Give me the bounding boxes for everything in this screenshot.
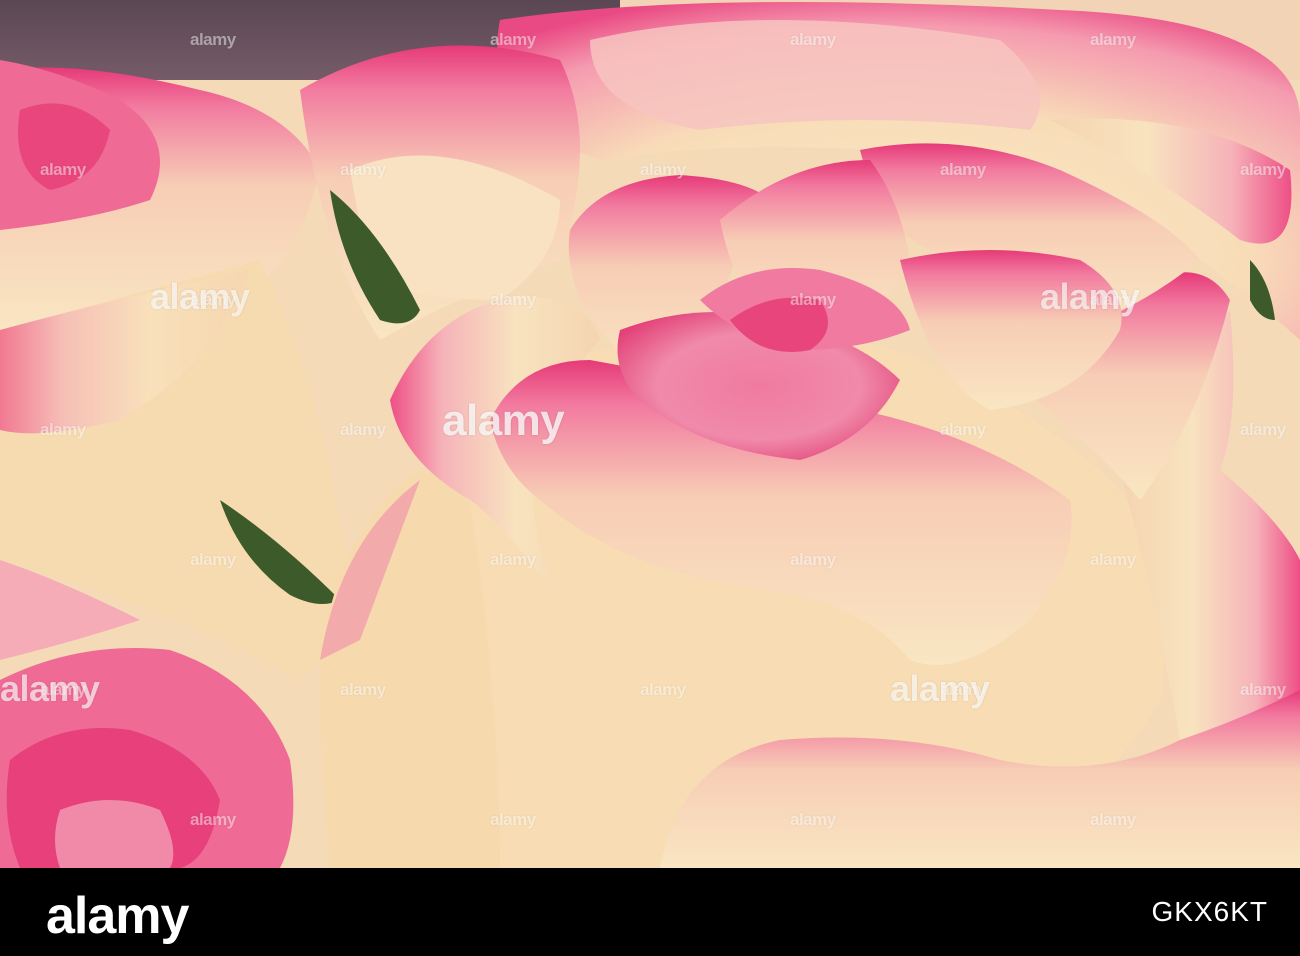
- watermark-tile: alamy: [190, 810, 236, 829]
- watermark-center: alamy: [442, 396, 565, 445]
- watermark-tile: alamy: [490, 30, 536, 49]
- bottom-left-rose-center: [55, 800, 174, 868]
- watermark-tile: alamy: [790, 810, 836, 829]
- watermark-tile: alamy: [490, 810, 536, 829]
- watermark-tile: alamy: [790, 550, 836, 569]
- watermark-tile: alamy: [340, 160, 386, 179]
- watermark-tile: alamy: [1090, 810, 1136, 829]
- watermark-tile: alamy: [490, 550, 536, 569]
- watermark-tile: alamy: [340, 420, 386, 439]
- watermark-tile: alamy: [40, 160, 86, 179]
- watermark-large: alamy: [0, 668, 100, 709]
- watermark-tile: alamy: [1240, 680, 1286, 699]
- watermark-tile: alamy: [190, 550, 236, 569]
- image-id: GKX6KT: [1151, 896, 1268, 927]
- watermark-tile: alamy: [790, 30, 836, 49]
- watermark-large: alamy: [150, 276, 250, 317]
- watermark-tile: alamy: [940, 160, 986, 179]
- watermark-tile: alamy: [190, 30, 236, 49]
- watermark-tile: alamy: [1240, 420, 1286, 439]
- watermark-tile: alamy: [340, 680, 386, 699]
- watermark-large: alamy: [1040, 276, 1140, 317]
- rose-photo: alamy alamy alamy alamy alamy alamy alam…: [0, 0, 1300, 868]
- watermark-tile: alamy: [790, 290, 836, 309]
- watermark-tile: alamy: [40, 420, 86, 439]
- watermark-tile: alamy: [640, 160, 686, 179]
- watermark-tile: alamy: [490, 290, 536, 309]
- watermark-tile: alamy: [1090, 550, 1136, 569]
- watermark-tile: alamy: [640, 680, 686, 699]
- watermark-tile: alamy: [940, 420, 986, 439]
- rose-illustration: [0, 0, 1300, 868]
- alamy-logo: alamy: [46, 887, 189, 945]
- watermark-tile: alamy: [1240, 160, 1286, 179]
- watermark-tile: alamy: [1090, 30, 1136, 49]
- footer-bar: alamy GKX6KT: [0, 868, 1300, 956]
- watermark-large: alamy: [890, 668, 990, 709]
